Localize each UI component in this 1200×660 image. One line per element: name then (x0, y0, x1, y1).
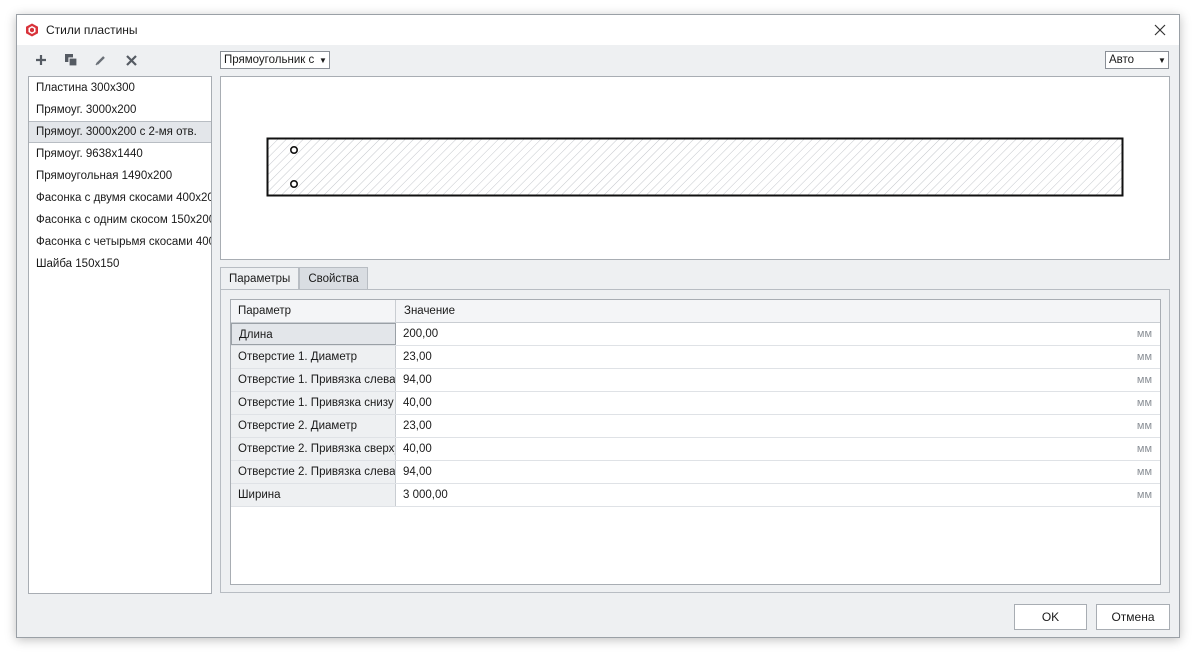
value-text: 23,00 (403, 420, 432, 432)
parameters-grid: Параметр Значение Длина 200,00 мм Отверст… (230, 299, 1161, 585)
param-name: Отверстие 2. Диаметр (231, 415, 396, 437)
value-text: 40,00 (403, 443, 432, 455)
value-text: 40,00 (403, 397, 432, 409)
chevron-down-icon: ▼ (1158, 55, 1166, 65)
unit-label: мм (1136, 328, 1152, 340)
list-item[interactable]: Фасонка с четырьмя скосами 400х (29, 231, 211, 253)
unit-label: мм (1136, 397, 1152, 409)
param-name: Отверстие 2. Привязка сверху (231, 438, 396, 460)
unit-label: мм (1136, 443, 1152, 455)
list-item[interactable]: Прямоуг. 3000х200 (29, 99, 211, 121)
value-text: 200,00 (403, 328, 439, 340)
value-text: 94,00 (403, 374, 432, 386)
table-row[interactable]: Отверстие 2. Привязка сверху 40,00 мм (231, 438, 1160, 461)
tab-parameters[interactable]: Параметры (220, 267, 300, 289)
param-value[interactable]: 23,00 мм (396, 415, 1160, 437)
scale-mode-value: Авто (1109, 54, 1135, 66)
param-value[interactable]: 23,00 мм (396, 346, 1160, 368)
column-header-value: Значение (404, 305, 455, 317)
ok-button[interactable]: OK (1014, 604, 1087, 630)
unit-label: мм (1136, 420, 1152, 432)
grid-header: Параметр Значение (231, 300, 1160, 323)
delete-icon (125, 54, 137, 66)
list-item[interactable]: Шайба 150х150 (29, 253, 211, 275)
list-item[interactable]: Фасонка с двумя скосами 400х200 (29, 187, 211, 209)
shape-type-select[interactable]: Прямоугольник с ▼ (220, 51, 330, 69)
app-logo-icon (25, 23, 39, 37)
chevron-down-icon: ▼ (319, 55, 327, 65)
close-icon (1154, 24, 1166, 36)
param-name: Отверстие 1. Привязка снизу (231, 392, 396, 414)
scale-mode-select[interactable]: Авто ▼ (1105, 51, 1169, 69)
list-item-selected[interactable]: Прямоуг. 3000х200 с 2-мя отв. (29, 121, 211, 143)
table-row[interactable]: Отверстие 1. Привязка снизу 40,00 мм (231, 392, 1160, 415)
table-row[interactable]: Длина 200,00 мм (231, 323, 1160, 346)
list-item[interactable]: Прямоугольная 1490х200 (29, 165, 211, 187)
plate-styles-dialog: Стили пластины Прямоугольник с ▼ Авто ▼ … (16, 14, 1180, 638)
table-row[interactable]: Отверстие 2. Привязка слева 94,00 мм (231, 461, 1160, 484)
param-name: Отверстие 2. Привязка слева (231, 461, 396, 483)
style-list[interactable]: Пластина 300х300 Прямоуг. 3000х200 Прямо… (28, 76, 212, 594)
cancel-button[interactable]: Отмена (1096, 604, 1170, 630)
close-button[interactable] (1141, 15, 1179, 45)
list-item[interactable]: Фасонка с одним скосом 150х200 (29, 209, 211, 231)
unit-label: мм (1136, 466, 1152, 478)
column-header-param: Параметр (231, 300, 396, 322)
param-value[interactable]: 94,00 мм (396, 369, 1160, 391)
tab-properties[interactable]: Свойства (299, 267, 368, 289)
table-row[interactable]: Отверстие 2. Диаметр 23,00 мм (231, 415, 1160, 438)
hole-2 (290, 180, 299, 189)
param-value[interactable]: 200,00 мм (396, 323, 1160, 345)
tab-bar: Параметры Свойства (220, 267, 368, 289)
param-name: Отверстие 1. Диаметр (231, 346, 396, 368)
unit-label: мм (1136, 489, 1152, 501)
plate-outline (266, 137, 1124, 197)
delete-style-button[interactable] (119, 49, 143, 71)
table-row[interactable]: Ширина 3 000,00 мм (231, 484, 1160, 507)
value-text: 3 000,00 (403, 489, 448, 501)
list-item[interactable]: Пластина 300х300 (29, 77, 211, 99)
edit-style-button[interactable] (89, 49, 113, 71)
hole-1 (290, 146, 299, 155)
param-value[interactable]: 94,00 мм (396, 461, 1160, 483)
list-item[interactable]: Прямоуг. 9638х1440 (29, 143, 211, 165)
value-text: 94,00 (403, 466, 432, 478)
param-name: Длина (231, 323, 396, 345)
parameters-panel: Параметр Значение Длина 200,00 мм Отверст… (220, 289, 1170, 593)
window-title: Стили пластины (46, 23, 138, 37)
copy-style-button[interactable] (59, 49, 83, 71)
title-bar: Стили пластины (17, 15, 1179, 45)
unit-label: мм (1136, 351, 1152, 363)
table-row[interactable]: Отверстие 1. Диаметр 23,00 мм (231, 346, 1160, 369)
value-text: 23,00 (403, 351, 432, 363)
add-style-button[interactable] (29, 49, 53, 71)
style-toolbar (29, 49, 143, 71)
param-value[interactable]: 40,00 мм (396, 438, 1160, 460)
table-row[interactable]: Отверстие 1. Привязка слева 94,00 мм (231, 369, 1160, 392)
param-value[interactable]: 3 000,00 мм (396, 484, 1160, 506)
unit-label: мм (1136, 374, 1152, 386)
add-icon (36, 55, 46, 65)
param-name: Ширина (231, 484, 396, 506)
param-value[interactable]: 40,00 мм (396, 392, 1160, 414)
shape-type-value: Прямоугольник с (224, 54, 315, 66)
plate-drawing (266, 137, 1124, 197)
plate-preview (220, 76, 1170, 260)
param-name: Отверстие 1. Привязка слева (231, 369, 396, 391)
edit-icon (95, 56, 105, 66)
copy-icon (65, 54, 78, 67)
